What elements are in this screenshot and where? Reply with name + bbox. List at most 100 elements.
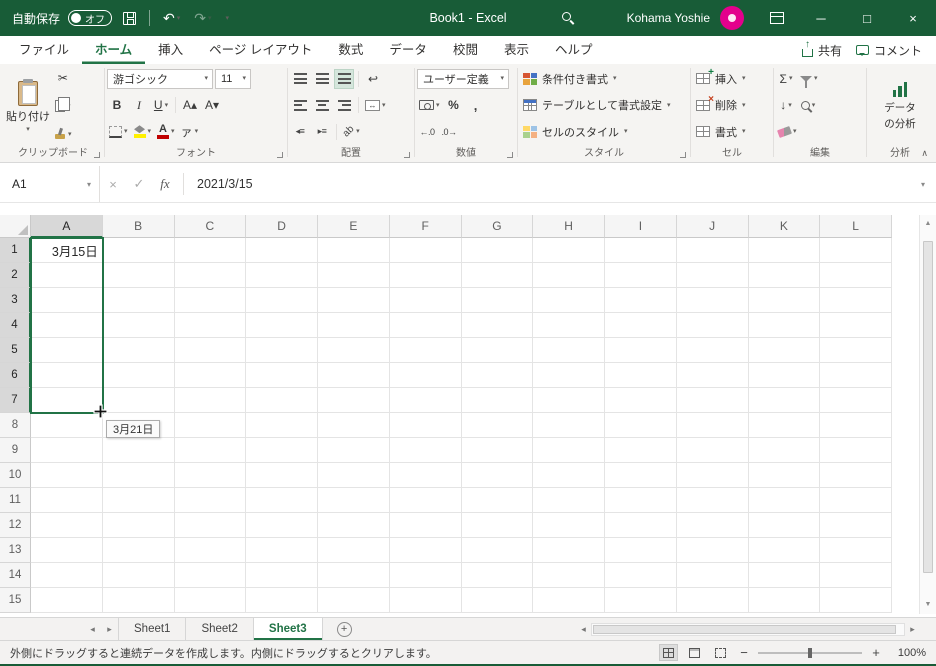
ribbon-tab-6[interactable]: 校閲 (440, 36, 491, 64)
cell-j6[interactable] (676, 363, 749, 388)
cell-b11[interactable] (102, 488, 175, 513)
cell-i15[interactable] (605, 588, 677, 613)
cell-e5[interactable] (318, 338, 390, 363)
cell-i12[interactable] (605, 513, 677, 538)
row-header-12[interactable]: 12 (0, 513, 31, 538)
insert-cells-button[interactable]: 挿入▾ (693, 67, 749, 89)
column-header-j[interactable]: J (676, 215, 749, 238)
cell-c3[interactable] (174, 288, 247, 313)
cell-d4[interactable] (246, 313, 318, 338)
cell-a11[interactable] (31, 488, 103, 513)
row-header-2[interactable]: 2 (0, 263, 31, 288)
cell-k12[interactable] (748, 513, 821, 538)
cut-button[interactable]: ✂ (52, 68, 74, 88)
cell-k8[interactable] (748, 413, 821, 438)
cell-k13[interactable] (748, 538, 821, 563)
align-left-button[interactable] (290, 95, 310, 115)
bold-button[interactable]: B (107, 95, 127, 115)
cell-f12[interactable] (389, 513, 462, 538)
column-header-g[interactable]: G (461, 215, 534, 238)
cell-l14[interactable] (820, 563, 892, 588)
cell-g15[interactable] (461, 588, 534, 613)
cell-e11[interactable] (318, 488, 390, 513)
cell-d2[interactable] (246, 263, 318, 288)
cell-j9[interactable] (676, 438, 749, 463)
cell-a8[interactable] (31, 413, 103, 438)
cell-a15[interactable] (31, 588, 103, 613)
alignment-dialog-launcher[interactable] (404, 152, 410, 158)
cell-b2[interactable] (102, 263, 175, 288)
redo-button[interactable]: ↷ ▾ (191, 10, 214, 27)
font-color-button[interactable]: A ▾ (155, 122, 177, 142)
share-button[interactable]: 共有 (801, 39, 842, 59)
cell-g8[interactable] (461, 413, 534, 438)
cell-c7[interactable] (174, 388, 247, 413)
cell-a2[interactable] (31, 263, 103, 288)
cell-f7[interactable] (389, 388, 462, 413)
cell-b3[interactable] (102, 288, 175, 313)
cell-g5[interactable] (461, 338, 534, 363)
row-header-11[interactable]: 11 (0, 488, 31, 513)
format-painter-button[interactable]: ▾ (52, 124, 74, 144)
name-box-dropdown-icon[interactable]: ▾ (87, 180, 91, 189)
cell-g12[interactable] (461, 513, 534, 538)
orientation-button[interactable]: ab ▾ (341, 122, 362, 142)
ribbon-tab-4[interactable]: 数式 (325, 36, 376, 64)
cell-d14[interactable] (246, 563, 318, 588)
formula-input[interactable]: 2021/3/15 (189, 177, 910, 191)
cell-f1[interactable] (389, 238, 462, 263)
cell-l11[interactable] (820, 488, 892, 513)
italic-button[interactable]: I (129, 95, 149, 115)
font-size-combo[interactable]: 11 ▾ (215, 68, 251, 89)
cell-h6[interactable] (533, 363, 605, 388)
ribbon-tab-7[interactable]: 表示 (491, 36, 542, 64)
clear-button[interactable]: ▾ (776, 122, 799, 142)
horizontal-scrollbar[interactable]: ◂ ▸ (576, 620, 920, 638)
autosave-toggle[interactable]: オフ (68, 10, 113, 26)
cell-h9[interactable] (533, 438, 605, 463)
cell-a13[interactable] (31, 538, 103, 563)
row-header-10[interactable]: 10 (0, 463, 31, 488)
cell-f6[interactable] (389, 363, 462, 388)
cell-g13[interactable] (461, 538, 534, 563)
row-header-14[interactable]: 14 (0, 563, 31, 588)
cell-g6[interactable] (461, 363, 534, 388)
ribbon-tab-0[interactable]: ファイル (6, 36, 82, 64)
format-as-table-button[interactable]: テーブルとして書式設定 ▾ (520, 95, 674, 116)
cell-i3[interactable] (605, 288, 677, 313)
cell-f5[interactable] (389, 338, 462, 363)
cell-l10[interactable] (820, 463, 892, 488)
cell-k5[interactable] (748, 338, 821, 363)
row-header-8[interactable]: 8 (0, 413, 31, 438)
borders-button[interactable]: ▾ (107, 122, 130, 142)
cell-e2[interactable] (318, 263, 390, 288)
cell-k15[interactable] (748, 588, 821, 613)
horizontal-scrollbar-thumb[interactable] (593, 624, 896, 634)
cell-f4[interactable] (389, 313, 462, 338)
underline-button[interactable]: U ▾ (151, 95, 171, 115)
column-header-l[interactable]: L (820, 215, 892, 238)
scroll-up-icon[interactable]: ▲ (920, 217, 936, 231)
cell-e13[interactable] (318, 538, 390, 563)
merge-center-button[interactable]: ↔ ▾ (363, 95, 388, 115)
cell-h8[interactable] (533, 413, 605, 438)
cell-c5[interactable] (174, 338, 247, 363)
cell-d1[interactable] (246, 238, 318, 263)
font-dialog-launcher[interactable] (277, 152, 283, 158)
cell-e12[interactable] (318, 513, 390, 538)
cell-f11[interactable] (389, 488, 462, 513)
cell-c12[interactable] (174, 513, 247, 538)
cell-j1[interactable] (676, 238, 749, 263)
cell-i4[interactable] (605, 313, 677, 338)
cell-b5[interactable] (102, 338, 175, 363)
scroll-right-icon[interactable]: ▸ (905, 624, 920, 635)
cell-c11[interactable] (174, 488, 247, 513)
cell-e4[interactable] (318, 313, 390, 338)
cell-k7[interactable] (748, 388, 821, 413)
cell-j2[interactable] (676, 263, 749, 288)
cell-d15[interactable] (246, 588, 318, 613)
cell-styles-button[interactable]: セルのスタイル ▾ (520, 121, 631, 142)
cell-h5[interactable] (533, 338, 605, 363)
cell-b12[interactable] (102, 513, 175, 538)
delete-cells-button[interactable]: 削除▾ (693, 94, 749, 116)
